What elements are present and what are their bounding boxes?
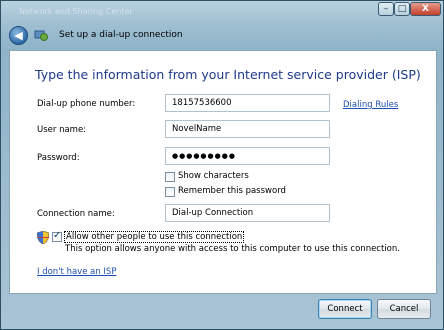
remember-password-checkbox[interactable] (165, 187, 175, 197)
username-label: User name: (37, 125, 87, 135)
connection-name-label: Connection name: (37, 209, 115, 219)
username-field[interactable]: NovelName (165, 120, 330, 138)
wizard-content: Type the information from your Internet … (9, 50, 437, 294)
dialog-footer: Connect Cancel (9, 295, 437, 323)
password-field[interactable]: ●●●●●●●●● (165, 147, 330, 165)
uac-shield-icon (37, 231, 49, 244)
allow-others-label: Allow other people to use this connectio… (64, 231, 245, 243)
minimize-button[interactable]: – (378, 2, 394, 16)
close-button[interactable]: X (410, 2, 441, 16)
dialing-rules-link[interactable]: Dialing Rules (343, 100, 398, 110)
no-isp-link[interactable]: I don't have an ISP (37, 267, 116, 277)
show-characters-label: Show characters (178, 171, 249, 181)
password-label: Password: (37, 153, 80, 163)
connect-button[interactable]: Connect (318, 299, 372, 319)
page-title: Set up a dial-up connection (59, 30, 183, 40)
navigation-bar: ◀ Set up a dial-up connection (9, 25, 435, 47)
instruction-heading: Type the information from your Internet … (35, 67, 421, 82)
back-button[interactable]: ◀ (9, 26, 28, 45)
cancel-button[interactable]: Cancel (377, 299, 431, 319)
background-window-text: Network and Sharing Center (19, 7, 133, 16)
connection-name-field[interactable]: Dial-up Connection (165, 204, 330, 222)
show-characters-checkbox[interactable] (165, 172, 175, 182)
phone-number-field[interactable]: 18157536600 (165, 94, 330, 112)
dialup-window: Network and Sharing Center – □ X ◀ Set u… (0, 0, 444, 330)
allow-others-checkbox[interactable] (52, 230, 62, 242)
back-arrow-icon: ◀ (14, 29, 23, 42)
network-globe-icon (34, 30, 48, 41)
maximize-button[interactable]: □ (394, 2, 410, 16)
allow-others-description: This option allows anyone with access to… (65, 244, 400, 254)
remember-password-label: Remember this password (178, 186, 286, 196)
phone-label: Dial-up phone number: (37, 99, 136, 109)
